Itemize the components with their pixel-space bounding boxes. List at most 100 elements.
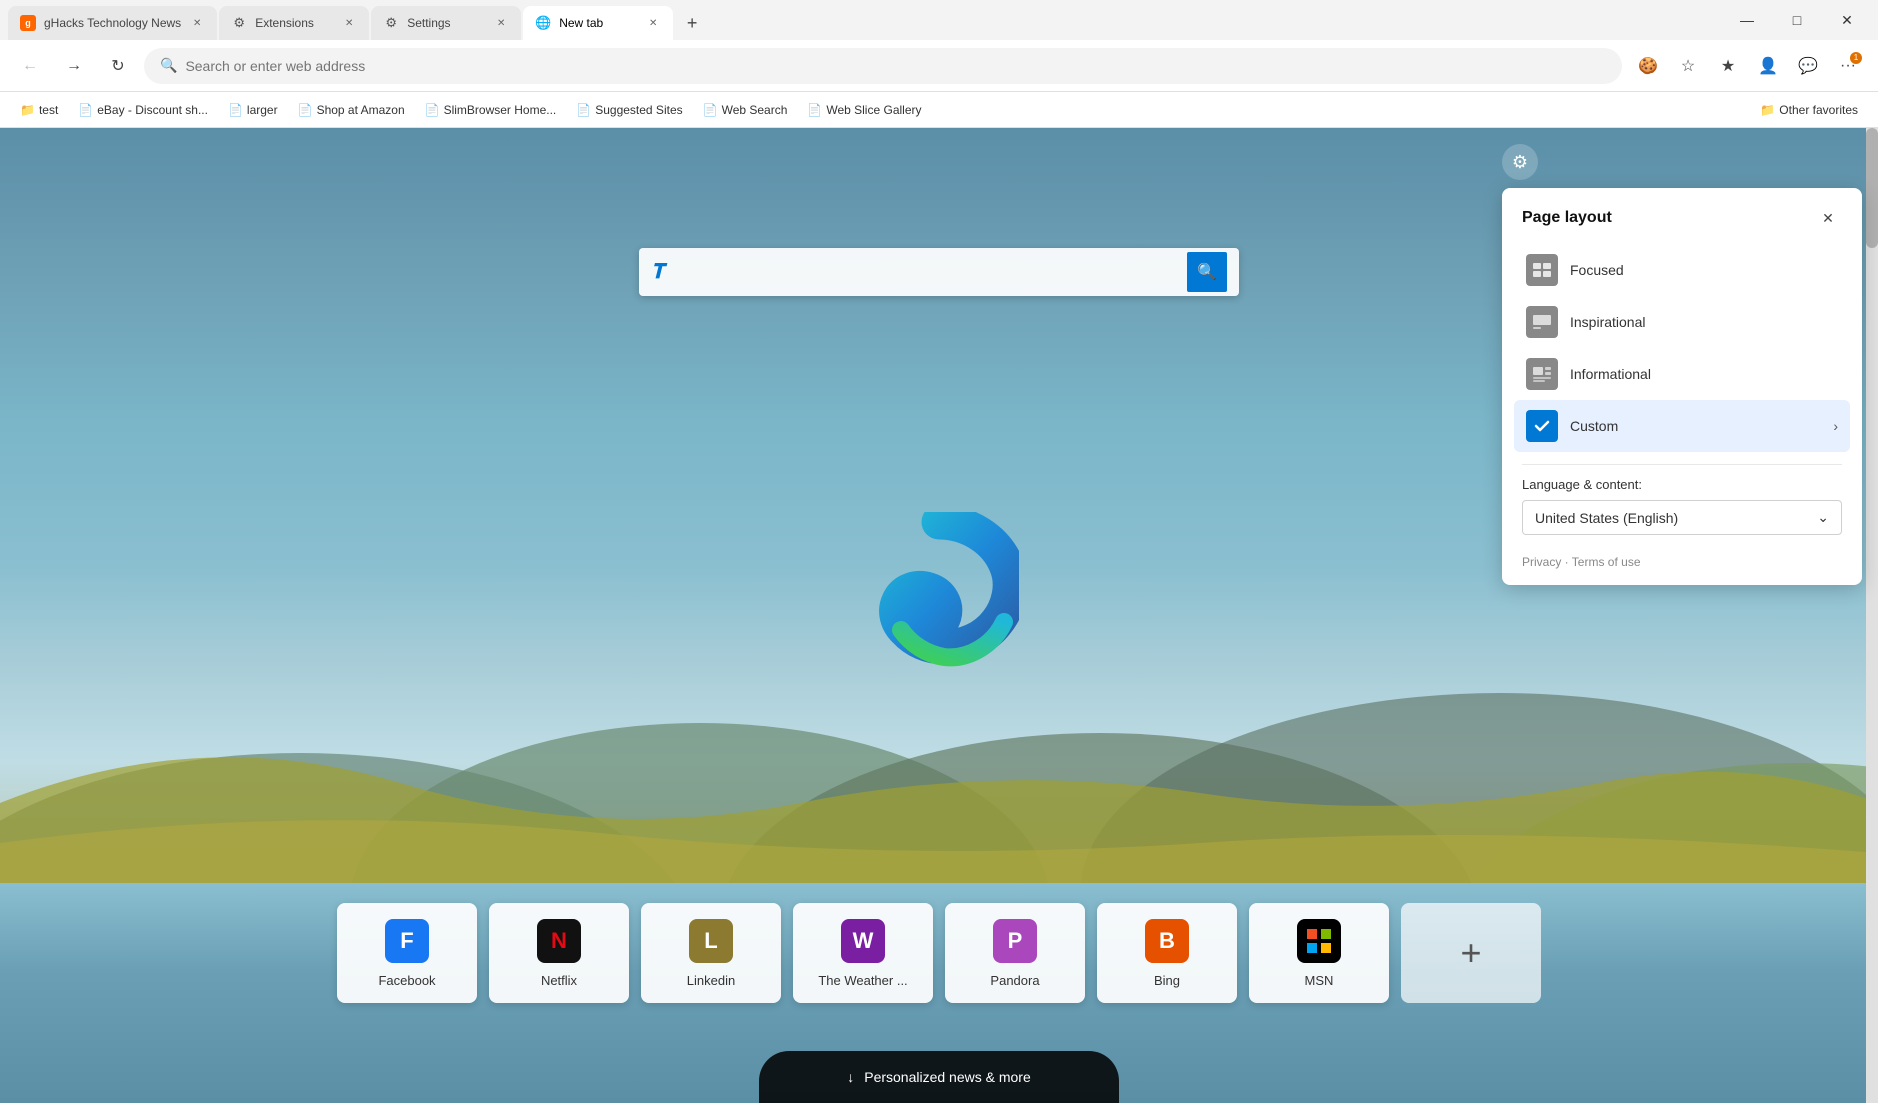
- inspirational-label: Inspirational: [1570, 314, 1838, 330]
- informational-icon-svg: [1532, 366, 1552, 382]
- linkedin-icon: L: [689, 919, 733, 963]
- language-dropdown[interactable]: United States (English) ⌄: [1522, 500, 1842, 535]
- quick-link-facebook[interactable]: F Facebook: [337, 903, 477, 1003]
- netflix-label: Netflix: [541, 973, 577, 988]
- fav-page-icon-7: 📄: [807, 103, 822, 117]
- panel-close-button[interactable]: ✕: [1814, 204, 1842, 232]
- new-tab-button[interactable]: +: [675, 6, 709, 40]
- privacy-link[interactable]: Privacy: [1522, 555, 1561, 569]
- panel-options: Focused Inspirational: [1502, 240, 1862, 456]
- maximize-button[interactable]: □: [1774, 4, 1820, 36]
- tab-extensions[interactable]: ⚙ Extensions ✕: [219, 6, 369, 40]
- quick-link-weather[interactable]: W The Weather ...: [793, 903, 933, 1003]
- terms-link[interactable]: Terms of use: [1572, 555, 1641, 569]
- fav-item-larger[interactable]: 📄 larger: [220, 99, 286, 121]
- option-custom[interactable]: Custom ›: [1514, 400, 1850, 452]
- more-button[interactable]: ···: [1830, 48, 1866, 84]
- quick-link-linkedin[interactable]: L Linkedin: [641, 903, 781, 1003]
- custom-label: Custom: [1570, 418, 1821, 434]
- tab-settings-label: Settings: [407, 16, 485, 30]
- address-input[interactable]: [185, 58, 1606, 74]
- fav-folder-icon: 📁: [20, 103, 35, 117]
- tab-settings[interactable]: ⚙ Settings ✕: [371, 6, 521, 40]
- panel-divider: [1522, 464, 1842, 465]
- panel-title: Page layout: [1522, 209, 1612, 227]
- fav-item-test[interactable]: 📁 test: [12, 99, 66, 121]
- fav-ebay-label: eBay - Discount sh...: [97, 103, 208, 117]
- quick-link-pandora[interactable]: P Pandora: [945, 903, 1085, 1003]
- news-bar-icon: ↓: [847, 1069, 854, 1085]
- more-button-container: ··· 1: [1830, 48, 1866, 84]
- tab-extensions-label: Extensions: [255, 16, 333, 30]
- collections-button[interactable]: ★: [1710, 48, 1746, 84]
- minimize-button[interactable]: —: [1724, 4, 1770, 36]
- fav-page-icon-4: 📄: [425, 103, 440, 117]
- close-button[interactable]: ✕: [1824, 4, 1870, 36]
- weather-icon: W: [841, 919, 885, 963]
- tab-newtab[interactable]: 🌐 New tab ✕: [523, 6, 673, 40]
- page-search-bar[interactable]: 𝐓 🔍: [639, 248, 1239, 296]
- back-button[interactable]: ←: [12, 48, 48, 84]
- page-search-input[interactable]: [672, 263, 1179, 281]
- news-bar[interactable]: ↓ Personalized news & more: [759, 1051, 1119, 1103]
- quick-links: F Facebook N Netflix L Linkedin W The We…: [337, 903, 1541, 1003]
- msn-label: MSN: [1305, 973, 1334, 988]
- tab-settings-close[interactable]: ✕: [493, 15, 509, 31]
- focused-icon-svg: [1532, 262, 1552, 278]
- custom-icon-svg: [1532, 418, 1552, 434]
- refresh-button[interactable]: ↻: [100, 48, 136, 84]
- quick-link-add[interactable]: +: [1401, 903, 1541, 1003]
- fav-item-suggested[interactable]: 📄 Suggested Sites: [568, 99, 690, 121]
- edge-logo: [859, 512, 1019, 672]
- tab-ghacks[interactable]: g gHacks Technology News ✕: [8, 6, 217, 40]
- cookies-button[interactable]: 🍪: [1630, 48, 1666, 84]
- bing-logo: 𝐓: [651, 261, 664, 284]
- tab-extensions-close[interactable]: ✕: [341, 15, 357, 31]
- pandora-letter: P: [1008, 928, 1023, 954]
- settings-gear-button[interactable]: ⚙: [1502, 144, 1538, 180]
- fav-item-ebay[interactable]: 📄 eBay - Discount sh...: [70, 99, 216, 121]
- tab-newtab-close[interactable]: ✕: [645, 15, 661, 31]
- profile-button[interactable]: 👤: [1750, 48, 1786, 84]
- toolbar: ← → ↻ 🔍 🍪 ☆ ★ 👤 💬 ··· 1: [0, 40, 1878, 92]
- add-icon: +: [1460, 932, 1481, 974]
- fav-page-icon-6: 📄: [703, 103, 718, 117]
- fav-item-slimbrowser[interactable]: 📄 SlimBrowser Home...: [417, 99, 565, 121]
- focused-icon: [1526, 254, 1558, 286]
- pandora-icon: P: [993, 919, 1037, 963]
- linkedin-letter: L: [704, 928, 717, 954]
- scrollbar[interactable]: [1866, 128, 1878, 1103]
- search-submit-button[interactable]: 🔍: [1187, 252, 1227, 292]
- fav-item-amazon[interactable]: 📄 Shop at Amazon: [290, 99, 413, 121]
- dropdown-chevron-icon: ⌄: [1817, 509, 1829, 526]
- favorites-button[interactable]: ☆: [1670, 48, 1706, 84]
- search-icon-glyph: 🔍: [1197, 262, 1217, 282]
- address-bar[interactable]: 🔍: [144, 48, 1622, 84]
- feedback-button[interactable]: 💬: [1790, 48, 1826, 84]
- option-inspirational[interactable]: Inspirational: [1514, 296, 1850, 348]
- informational-icon: [1526, 358, 1558, 390]
- title-bar: g gHacks Technology News ✕ ⚙ Extensions …: [0, 0, 1878, 40]
- quick-link-bing[interactable]: B Bing: [1097, 903, 1237, 1003]
- fav-suggested-label: Suggested Sites: [595, 103, 682, 117]
- fav-other-label: Other favorites: [1779, 103, 1858, 117]
- notification-badge: 1: [1850, 52, 1862, 64]
- quick-link-netflix[interactable]: N Netflix: [489, 903, 629, 1003]
- main-content: ⚙ 𝐓 🔍: [0, 128, 1878, 1103]
- fav-item-websearch[interactable]: 📄 Web Search: [695, 99, 796, 121]
- scrollbar-thumb[interactable]: [1866, 128, 1878, 248]
- fav-other-favorites[interactable]: 📁 Other favorites: [1752, 99, 1866, 121]
- quick-link-msn[interactable]: MSN: [1249, 903, 1389, 1003]
- fav-item-webslice[interactable]: 📄 Web Slice Gallery: [799, 99, 929, 121]
- fav-test-label: test: [39, 103, 58, 117]
- tab-ghacks-close[interactable]: ✕: [189, 15, 205, 31]
- footer-separator: ·: [1561, 555, 1571, 569]
- edge-logo-svg: [859, 512, 1019, 672]
- fav-page-icon-3: 📄: [298, 103, 313, 117]
- forward-button[interactable]: →: [56, 48, 92, 84]
- fav-larger-label: larger: [247, 103, 278, 117]
- netflix-letter: N: [551, 928, 567, 954]
- custom-chevron-icon: ›: [1833, 418, 1838, 434]
- option-informational[interactable]: Informational: [1514, 348, 1850, 400]
- option-focused[interactable]: Focused: [1514, 244, 1850, 296]
